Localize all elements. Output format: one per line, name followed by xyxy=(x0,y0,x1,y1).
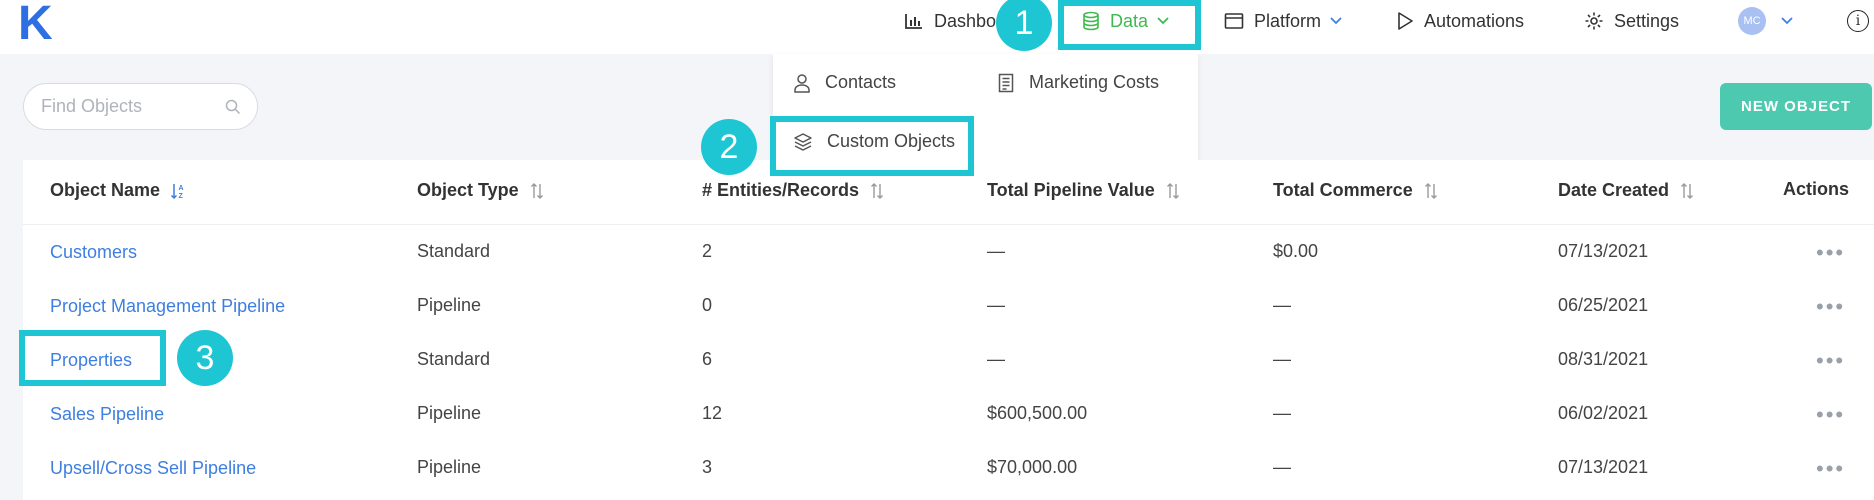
dropdown-item-marketing-costs-label: Marketing Costs xyxy=(1029,72,1160,92)
object-name-link[interactable]: Sales Pipeline xyxy=(50,404,164,425)
column-header-total-commerce[interactable]: Total Commerce xyxy=(1273,180,1439,201)
new-object-button[interactable]: NEW OBJECT xyxy=(1720,83,1872,130)
entities-cell: 3 xyxy=(702,457,713,477)
commerce-cell: — xyxy=(1273,349,1291,369)
chevron-down-icon xyxy=(1781,17,1793,25)
objects-table: Object Name AZ Object Type # Entities/Re… xyxy=(23,160,1874,500)
sort-az-icon: AZ xyxy=(171,183,184,200)
highlight-box-data xyxy=(1058,0,1201,50)
user-menu[interactable]: MC xyxy=(1738,0,1804,42)
column-header-label: Object Name xyxy=(50,180,161,200)
step-badge-3: 3 xyxy=(177,330,233,386)
pipeline-value-cell: $600,500.00 xyxy=(987,403,1088,423)
nav-settings[interactable]: Settings xyxy=(1584,0,1679,42)
commerce-cell: — xyxy=(1273,457,1291,477)
date-created-cell: 07/13/2021 xyxy=(1558,457,1649,477)
help-button[interactable]: i xyxy=(1847,0,1869,42)
row-actions-button[interactable]: ••• xyxy=(1816,294,1845,320)
nav-dashboard[interactable]: Dashbo xyxy=(904,0,996,42)
pipeline-value-cell: $70,000.00 xyxy=(987,457,1078,477)
nav-settings-label: Settings xyxy=(1614,10,1680,31)
pipeline-value-cell: — xyxy=(987,349,1005,369)
commerce-cell: — xyxy=(1273,295,1291,315)
sort-icon xyxy=(1681,182,1694,199)
object-type-cell: Standard xyxy=(417,241,491,261)
date-created-cell: 06/02/2021 xyxy=(1558,403,1649,423)
pipeline-value-cell: — xyxy=(987,295,1005,315)
chevron-down-icon xyxy=(1330,17,1342,25)
highlight-box-custom-objects xyxy=(770,116,974,176)
search-input[interactable] xyxy=(41,96,221,117)
dropdown-item-contacts-label: Contacts xyxy=(825,72,897,92)
date-created-cell: 06/25/2021 xyxy=(1558,295,1649,315)
object-name-link[interactable]: Upsell/Cross Sell Pipeline xyxy=(50,458,256,479)
column-header-label: Date Created xyxy=(1558,180,1670,200)
column-header-label: # Entities/Records xyxy=(702,180,860,200)
row-actions-button[interactable]: ••• xyxy=(1816,402,1845,428)
column-header-label: Total Pipeline Value xyxy=(987,180,1155,200)
entities-cell: 2 xyxy=(702,241,713,261)
sort-icon xyxy=(1166,182,1179,199)
sort-icon xyxy=(530,182,543,199)
top-bar: K Dashbo Data Platform Automations Setti… xyxy=(0,0,1874,54)
row-actions-button[interactable]: ••• xyxy=(1816,348,1845,374)
bar-chart-icon xyxy=(905,14,922,29)
object-type-cell: Pipeline xyxy=(417,457,482,477)
step-badge-2: 2 xyxy=(701,119,757,175)
entities-cell: 12 xyxy=(702,403,723,423)
commerce-cell: — xyxy=(1273,403,1291,423)
column-header-object-name[interactable]: Object Name AZ xyxy=(50,180,188,201)
object-type-cell: Pipeline xyxy=(417,295,482,315)
gear-icon xyxy=(1585,12,1603,30)
column-header-label: Object Type xyxy=(417,180,519,200)
object-type-cell: Pipeline xyxy=(417,403,482,423)
object-type-cell: Standard xyxy=(417,349,491,369)
column-header-label: Total Commerce xyxy=(1273,180,1413,200)
avatar: MC xyxy=(1738,7,1766,35)
svg-text:A: A xyxy=(179,185,184,192)
entities-cell: 0 xyxy=(702,295,713,315)
nav-automations[interactable]: Automations xyxy=(1396,0,1524,42)
svg-text:Z: Z xyxy=(179,193,184,200)
object-name-link[interactable]: Project Management Pipeline xyxy=(50,296,285,317)
window-icon xyxy=(1224,13,1244,29)
pipeline-value-cell: — xyxy=(987,241,1005,261)
info-icon: i xyxy=(1847,10,1869,32)
date-created-cell: 07/13/2021 xyxy=(1558,241,1649,261)
nav-platform[interactable]: Platform xyxy=(1224,0,1353,42)
column-header-actions: Actions xyxy=(1783,179,1849,200)
date-created-cell: 08/31/2021 xyxy=(1558,349,1649,369)
entities-cell: 6 xyxy=(702,349,713,369)
column-header-label: Actions xyxy=(1783,179,1850,199)
play-icon xyxy=(1398,12,1413,30)
sort-icon xyxy=(1424,182,1437,199)
app-logo[interactable]: K xyxy=(18,0,53,51)
find-objects-search xyxy=(23,83,258,130)
column-header-object-type[interactable]: Object Type xyxy=(417,180,545,201)
sort-icon xyxy=(871,182,884,199)
nav-dashboard-label: Dashbo xyxy=(934,10,997,31)
search-icon[interactable] xyxy=(225,99,241,115)
nav-platform-label: Platform xyxy=(1254,10,1322,31)
column-header-entities-records[interactable]: # Entities/Records xyxy=(702,180,885,201)
commerce-cell: $0.00 xyxy=(1273,241,1319,261)
dropdown-item-contacts[interactable]: Contacts xyxy=(793,72,896,93)
dropdown-item-marketing-costs[interactable]: Marketing Costs xyxy=(997,72,1159,93)
highlight-box-properties xyxy=(19,330,166,386)
object-name-link[interactable]: Customers xyxy=(50,242,137,263)
row-actions-button[interactable]: ••• xyxy=(1816,240,1845,266)
column-header-total-pipeline-value[interactable]: Total Pipeline Value xyxy=(987,180,1181,201)
row-actions-button[interactable]: ••• xyxy=(1816,456,1845,482)
header-divider xyxy=(23,224,1874,225)
column-header-date-created[interactable]: Date Created xyxy=(1558,180,1695,201)
receipt-icon xyxy=(998,73,1014,92)
person-icon xyxy=(794,73,810,93)
nav-automations-label: Automations xyxy=(1424,10,1525,31)
